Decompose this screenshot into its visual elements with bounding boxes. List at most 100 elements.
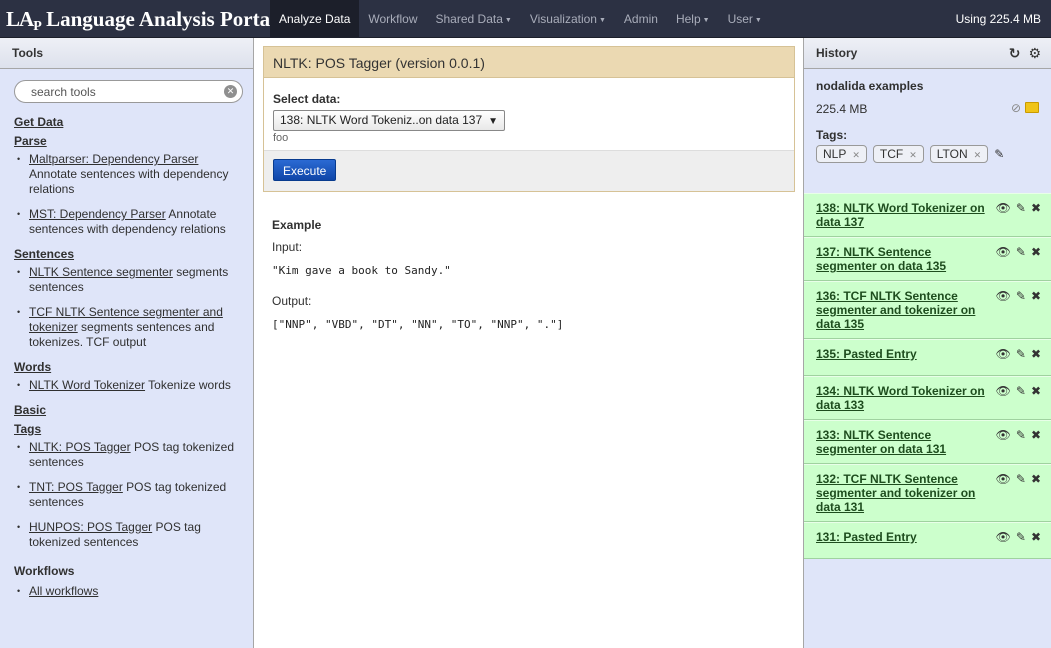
nav-shared-data[interactable]: Shared Data ▼ xyxy=(427,0,521,38)
section-tags[interactable]: Tags xyxy=(14,422,246,436)
history-panel: History ↻ ⚙ nodalida examples 225.4 MB ⊘ … xyxy=(803,38,1051,648)
dataset-actions: 👁 ✎ ✖ xyxy=(991,245,1041,259)
delete-icon[interactable]: ✖ xyxy=(1031,289,1041,303)
delete-icon[interactable]: ✖ xyxy=(1031,530,1041,544)
delete-icon[interactable]: ✖ xyxy=(1031,428,1041,442)
add-tag-icon[interactable]: ✎ xyxy=(994,147,1004,161)
section-sentences[interactable]: Sentences xyxy=(14,247,246,261)
form-row-input: Select data: 138: NLTK Word Tokeniz..on … xyxy=(264,78,794,150)
execute-bar: Execute xyxy=(264,150,794,191)
pencil-icon[interactable]: ✎ xyxy=(1016,428,1026,442)
tool-description: Tokenize words xyxy=(145,378,231,392)
tool-link[interactable]: HUNPOS: POS Tagger xyxy=(29,520,152,534)
main-nav: Analyze Data Workflow Shared Data ▼ Visualiz… xyxy=(270,0,771,38)
data-select[interactable]: 138: NLTK Word Tokeniz..on data 137 ▼ xyxy=(273,110,506,131)
tool-search: ✕ xyxy=(14,80,243,103)
section-get-data[interactable]: Get Data xyxy=(14,115,246,129)
pencil-icon[interactable]: ✎ xyxy=(1016,530,1026,544)
tool-link[interactable]: Maltparser: Dependency Parser xyxy=(29,152,198,166)
tool-link[interactable]: TNT: POS Tagger xyxy=(29,480,123,494)
list-item: All workflows xyxy=(14,584,246,599)
clear-search-icon[interactable]: ✕ xyxy=(224,85,237,98)
brand[interactable]: LAP Language Analysis Portal xyxy=(6,7,276,34)
dataset-title[interactable]: 134: NLTK Word Tokenizer on data 133 xyxy=(816,384,992,412)
remove-tag-icon[interactable]: ✕ xyxy=(852,150,860,160)
dataset-title[interactable]: 132: TCF NLTK Sentence segmenter and tok… xyxy=(816,472,992,514)
pencil-icon[interactable]: ✎ xyxy=(1016,347,1026,361)
pencil-icon[interactable]: ✎ xyxy=(1016,201,1026,215)
dataset-title[interactable]: 131: Pasted Entry xyxy=(816,530,992,544)
nav-workflow[interactable]: Workflow xyxy=(359,0,426,38)
nav-user[interactable]: User ▼ xyxy=(719,0,771,38)
dataset-actions: 👁 ✎ ✖ xyxy=(991,384,1041,398)
dataset-item: 136: TCF NLTK Sentence segmenter and tok… xyxy=(804,281,1051,339)
nav-help[interactable]: Help ▼ xyxy=(667,0,719,38)
quota-meter: Using 225.4 MB xyxy=(955,12,1041,26)
execute-button[interactable]: Execute xyxy=(273,159,337,181)
nav-label: Admin xyxy=(623,12,658,26)
eye-icon[interactable]: 👁 xyxy=(996,530,1011,544)
history-tag[interactable]: NLP ✕ xyxy=(816,145,867,163)
tool-link[interactable]: NLTK: POS Tagger xyxy=(29,440,131,454)
gear-icon[interactable]: ⚙ xyxy=(1028,45,1041,61)
dropdown-arrow-icon: ▼ xyxy=(488,116,499,127)
delete-icon[interactable]: ✖ xyxy=(1031,472,1041,486)
delete-icon[interactable]: ✖ xyxy=(1031,201,1041,215)
pencil-icon[interactable]: ✎ xyxy=(1016,289,1026,303)
workflows-label: Workflows xyxy=(14,564,75,578)
nav-analyze-data[interactable]: Analyze Data xyxy=(270,0,360,38)
refresh-icon[interactable]: ↻ xyxy=(1009,45,1021,61)
eye-icon[interactable]: 👁 xyxy=(996,384,1011,398)
dataset-title[interactable]: 137: NLTK Sentence segmenter on data 135 xyxy=(816,245,992,273)
annotation-folder-icon[interactable] xyxy=(1025,102,1039,113)
dataset-item: 134: NLTK Word Tokenizer on data 133 👁 ✎ ✖ xyxy=(804,376,1051,420)
list-item: MST: Dependency Parser Annotate sentence… xyxy=(14,207,246,237)
remove-tag-icon[interactable]: ✕ xyxy=(974,150,982,160)
tool-link[interactable]: NLTK Word Tokenizer xyxy=(29,378,145,392)
eye-icon[interactable]: 👁 xyxy=(996,245,1011,259)
delete-icon[interactable]: ✖ xyxy=(1031,384,1041,398)
tool-list: NLTK Word Tokenizer Tokenize words xyxy=(14,378,246,393)
dataset-title[interactable]: 133: NLTK Sentence segmenter on data 131 xyxy=(816,428,992,456)
nav-admin[interactable]: Admin xyxy=(615,0,667,38)
tag-edit-icon[interactable]: ⊘ xyxy=(1011,101,1021,115)
eye-icon[interactable]: 👁 xyxy=(996,472,1011,486)
tool-link[interactable]: MST: Dependency Parser xyxy=(29,207,166,221)
tool-list: NLTK: POS Tagger POS tag tokenized sente… xyxy=(14,440,246,550)
tool-list: NLTK Sentence segmenter segments sentenc… xyxy=(14,265,246,350)
pencil-icon[interactable]: ✎ xyxy=(1016,472,1026,486)
dataset-title[interactable]: 138: NLTK Word Tokenizer on data 137 xyxy=(816,201,992,229)
tool-link[interactable]: NLTK Sentence segmenter xyxy=(29,265,173,279)
list-item: NLTK: POS Tagger POS tag tokenized sente… xyxy=(14,440,246,470)
eye-icon[interactable]: 👁 xyxy=(996,428,1011,442)
history-tag[interactable]: TCF ✕ xyxy=(872,145,924,163)
help-output-label: Output: xyxy=(272,294,312,308)
eye-icon[interactable]: 👁 xyxy=(996,201,1011,215)
dataset-item: 131: Pasted Entry 👁 ✎ ✖ xyxy=(804,522,1051,559)
eye-icon[interactable]: 👁 xyxy=(996,289,1011,303)
dataset-title[interactable]: 135: Pasted Entry xyxy=(816,347,992,361)
history-tag[interactable]: LTON ✕ xyxy=(929,145,989,163)
delete-icon[interactable]: ✖ xyxy=(1031,347,1041,361)
delete-icon[interactable]: ✖ xyxy=(1031,245,1041,259)
section-words[interactable]: Words xyxy=(14,360,246,374)
all-workflows-link[interactable]: All workflows xyxy=(29,584,98,598)
selected-value: 138: NLTK Word Tokeniz..on data 137 xyxy=(280,113,483,127)
tool-list: Maltparser: Dependency Parser Annotate s… xyxy=(14,152,246,237)
dataset-item: 135: Pasted Entry 👁 ✎ ✖ xyxy=(804,339,1051,376)
logo-text: LA xyxy=(6,7,34,31)
pencil-icon[interactable]: ✎ xyxy=(1016,384,1026,398)
pencil-icon[interactable]: ✎ xyxy=(1016,245,1026,259)
nav-label: User xyxy=(727,12,753,26)
section-basic[interactable]: Basic xyxy=(14,403,246,417)
section-parse[interactable]: Parse xyxy=(14,134,246,148)
search-input[interactable] xyxy=(31,84,216,99)
remove-tag-icon[interactable]: ✕ xyxy=(909,150,917,160)
dataset-actions: 👁 ✎ ✖ xyxy=(991,530,1041,544)
tag-label: NLP xyxy=(823,147,847,161)
nav-visualization[interactable]: Visualization ▼ xyxy=(521,0,615,38)
dataset-title[interactable]: 136: TCF NLTK Sentence segmenter and tok… xyxy=(816,289,992,331)
history-header: History ↻ ⚙ xyxy=(804,38,1051,69)
eye-icon[interactable]: 👁 xyxy=(996,347,1011,361)
history-name[interactable]: nodalida examples xyxy=(816,79,1039,93)
